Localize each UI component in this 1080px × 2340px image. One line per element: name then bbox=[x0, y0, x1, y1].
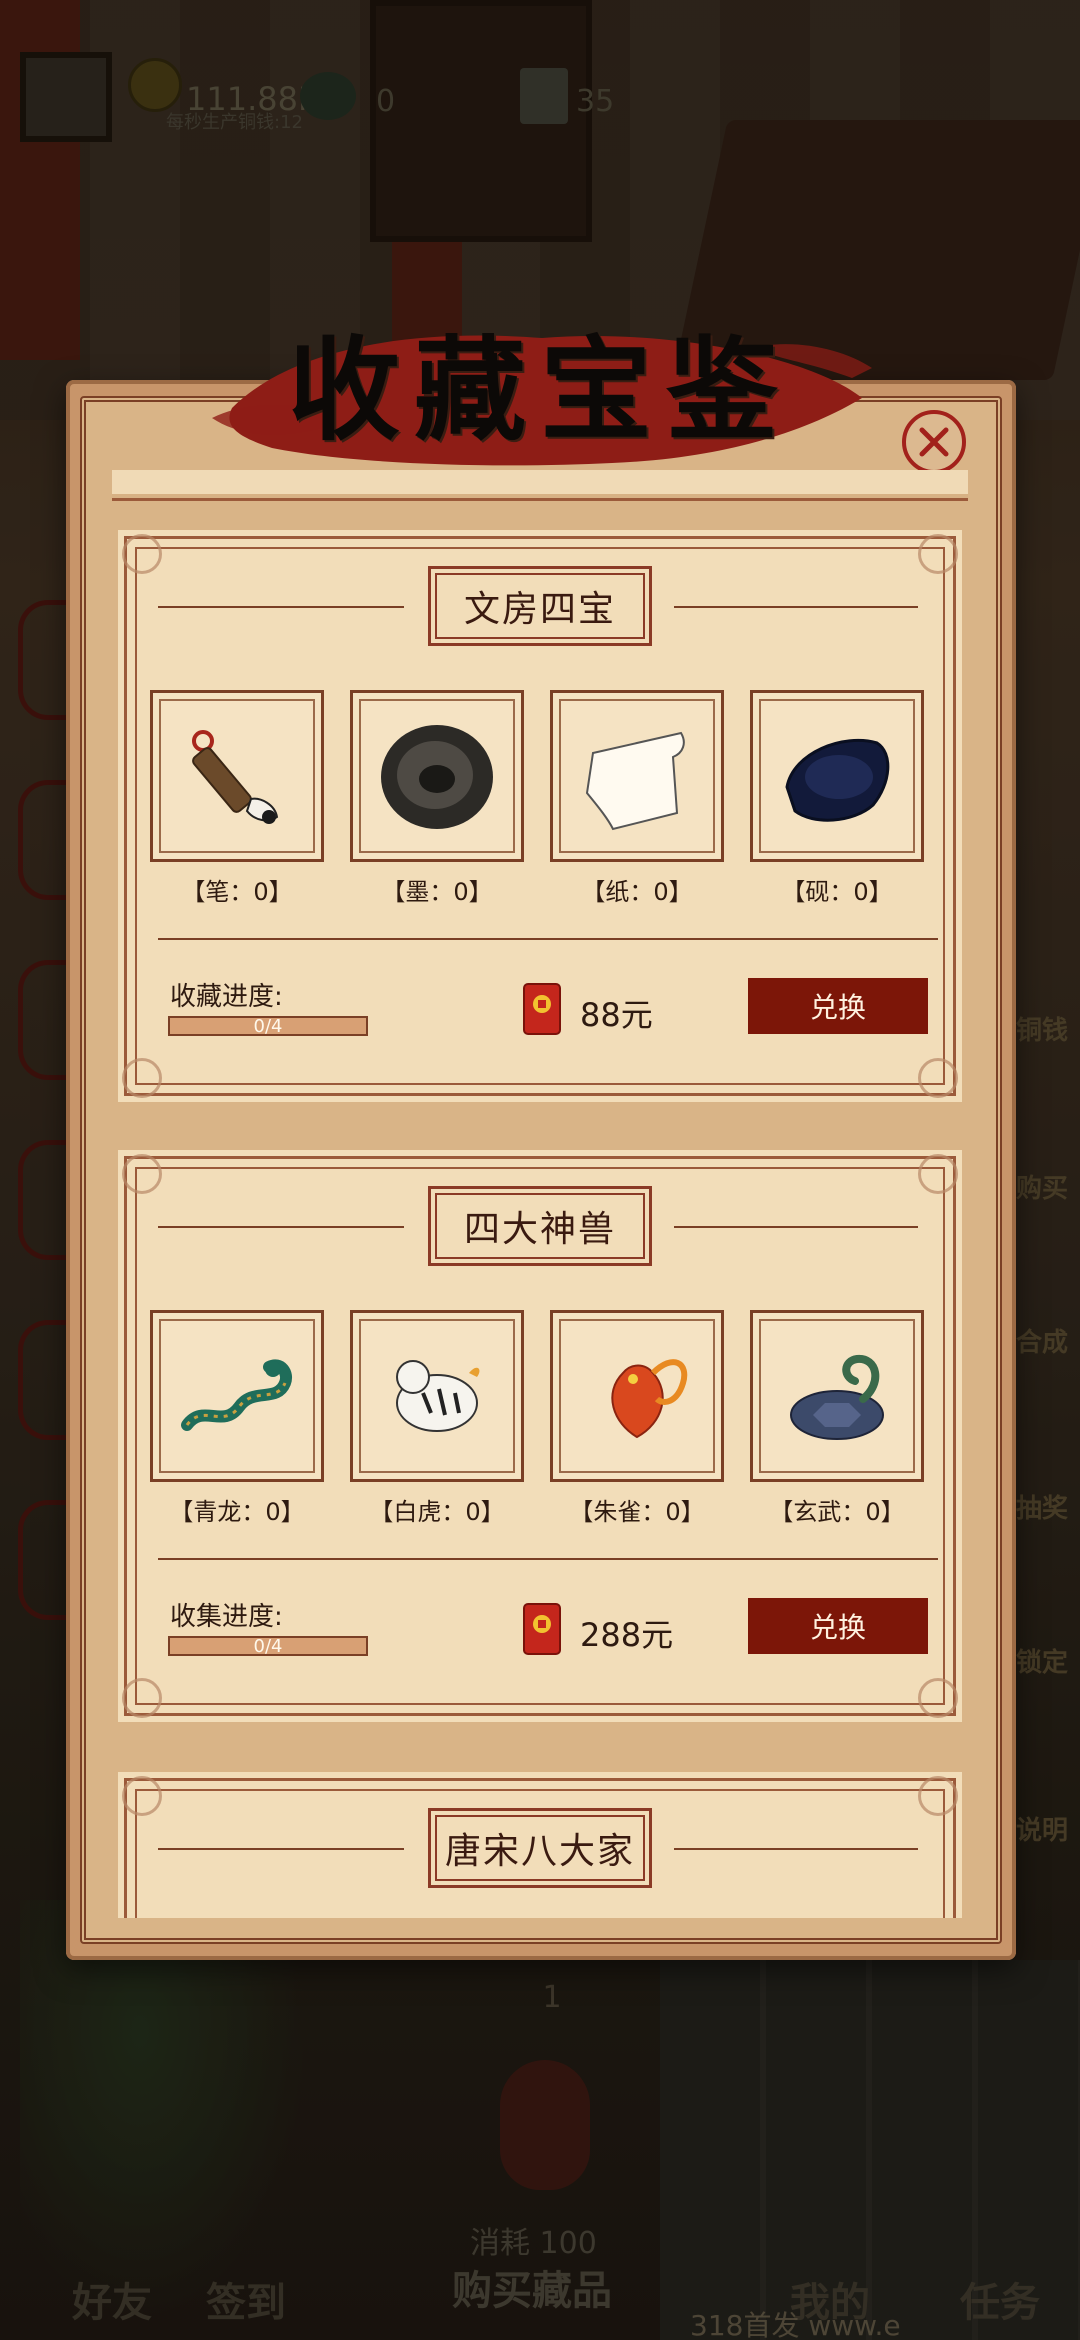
azure-dragon-icon bbox=[181, 1359, 292, 1431]
close-button[interactable] bbox=[902, 410, 966, 474]
progress-bar: 0/4 bbox=[168, 1016, 368, 1037]
collection-card-eight-masters: 唐宋八大家 bbox=[108, 1762, 972, 1918]
collectible-slot[interactable]: 【墨：0】 bbox=[350, 690, 524, 907]
black-tortoise-icon bbox=[790, 1354, 884, 1440]
progress-text: 0/4 bbox=[253, 1016, 283, 1037]
red-envelope-icon bbox=[523, 983, 561, 1035]
reward-amount: 88元 bbox=[580, 996, 653, 1034]
brush-icon bbox=[192, 730, 279, 824]
red-envelope-icon bbox=[523, 1603, 561, 1655]
previous-card-edge bbox=[112, 470, 968, 501]
white-tiger-icon bbox=[396, 1360, 480, 1432]
progress-label: 收集进度: bbox=[170, 1602, 283, 1632]
item-label: 【白虎：0】 bbox=[369, 1498, 505, 1526]
item-label: 【笔：0】 bbox=[181, 878, 293, 906]
item-label: 【朱雀：0】 bbox=[569, 1498, 705, 1526]
collectible-slot[interactable]: 【纸：0】 bbox=[550, 690, 724, 907]
reward-amount: 288元 bbox=[580, 1616, 674, 1654]
item-label: 【玄武：0】 bbox=[769, 1498, 905, 1526]
card-title-box: 四大神兽 bbox=[428, 1186, 652, 1266]
card-title-box: 唐宋八大家 bbox=[428, 1808, 652, 1888]
progress-text: 0/4 bbox=[253, 1636, 283, 1657]
card-title-box: 文房四宝 bbox=[428, 566, 652, 646]
exchange-button[interactable]: 兑换 bbox=[748, 1598, 928, 1654]
collectible-slot[interactable]: 【笔：0】 bbox=[150, 690, 324, 907]
card-title: 四大神兽 bbox=[463, 1209, 616, 1250]
exchange-button[interactable]: 兑换 bbox=[748, 978, 928, 1034]
collectible-slot[interactable]: 【砚：0】 bbox=[750, 690, 924, 907]
collection-list[interactable]: 文房四宝 【笔：0】 【墨：0】 【纸：0】 【砚：0】 收藏进度: 0/4 8… bbox=[108, 470, 972, 1918]
vermilion-bird-icon bbox=[611, 1359, 688, 1439]
card-title: 唐宋八大家 bbox=[444, 1831, 635, 1872]
collectible-slot[interactable]: 【玄武：0】 bbox=[750, 1310, 924, 1527]
progress-label: 收藏进度: bbox=[170, 982, 283, 1012]
collectible-slot[interactable]: 【朱雀：0】 bbox=[550, 1310, 724, 1527]
item-label: 【青龙：0】 bbox=[169, 1498, 305, 1526]
card-title: 文房四宝 bbox=[463, 589, 616, 630]
collectible-slot[interactable]: 【青龙：0】 bbox=[150, 1310, 324, 1527]
collection-card-divine-beasts: 四大神兽 【青龙：0】 【白虎：0】 【朱雀：0】 【玄武：0】 收集进度: 0… bbox=[108, 1140, 972, 1732]
ink-icon bbox=[381, 725, 493, 829]
item-label: 【墨：0】 bbox=[381, 878, 493, 906]
collectible-slot[interactable]: 【白虎：0】 bbox=[350, 1310, 524, 1527]
inkstone-icon bbox=[785, 738, 890, 822]
paper-icon bbox=[585, 731, 685, 831]
progress-bar: 0/4 bbox=[168, 1636, 368, 1657]
item-label: 【砚：0】 bbox=[781, 878, 893, 906]
close-icon bbox=[919, 427, 949, 457]
item-label: 【纸：0】 bbox=[581, 878, 693, 906]
collection-card-stationery: 文房四宝 【笔：0】 【墨：0】 【纸：0】 【砚：0】 收藏进度: 0/4 8… bbox=[108, 520, 972, 1112]
